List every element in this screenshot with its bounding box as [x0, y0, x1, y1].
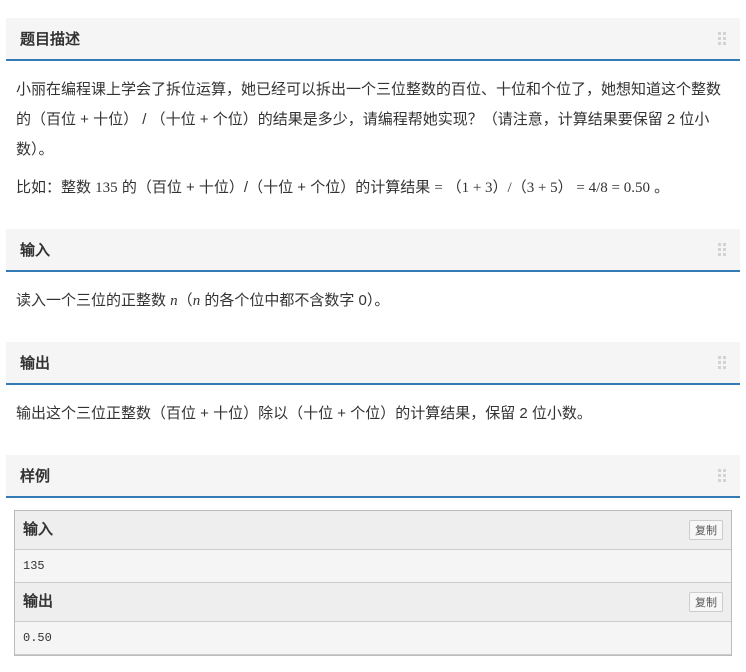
section-title: 输出 — [20, 352, 50, 373]
text-span: 比如：整数 — [16, 179, 95, 196]
input-text: 读入一个三位的正整数 n（n 的各个位中都不含数字 0）。 — [16, 286, 730, 316]
copy-output-button[interactable]: 复制 — [689, 592, 723, 612]
sample-box: 输入 复制 135 输出 复制 0.50 — [14, 510, 732, 656]
sample-input-value: 135 — [15, 550, 731, 583]
section-header-sample: 样例 — [6, 455, 740, 498]
section-header-output: 输出 — [6, 342, 740, 385]
drag-handle-icon — [718, 32, 726, 45]
sample-output-label: 输出 — [23, 587, 53, 617]
section-body-sample: 输入 复制 135 输出 复制 0.50 — [6, 498, 740, 666]
math-var: n — [170, 293, 178, 309]
math-expr: = （1 + 3）/（3 + 5） = 4/8 = 0.50 — [434, 180, 650, 196]
section-header-input: 输入 — [6, 229, 740, 272]
drag-handle-icon — [718, 243, 726, 256]
sample-input-label: 输入 — [23, 515, 53, 545]
text-span: 的（百位 + 十位）/（十位 + 个位）的计算结果 — [118, 179, 435, 196]
section-header-description: 题目描述 — [6, 18, 740, 61]
text-span: 。 — [650, 179, 669, 196]
drag-handle-icon — [718, 356, 726, 369]
section-title: 样例 — [20, 465, 50, 486]
section-title: 题目描述 — [20, 28, 80, 49]
section-body-description: 小丽在编程课上学会了拆位运算，她已经可以拆出一个三位整数的百位、十位和个位了，她… — [6, 61, 740, 217]
description-para2: 比如：整数 135 的（百位 + 十位）/（十位 + 个位）的计算结果 = （1… — [16, 173, 730, 203]
sample-output-header: 输出 复制 — [15, 583, 731, 622]
sample-input-header: 输入 复制 — [15, 511, 731, 550]
copy-input-button[interactable]: 复制 — [689, 520, 723, 540]
output-text: 输出这个三位正整数（百位 + 十位）除以（十位 + 个位）的计算结果，保留 2 … — [16, 399, 730, 429]
section-body-output: 输出这个三位正整数（百位 + 十位）除以（十位 + 个位）的计算结果，保留 2 … — [6, 385, 740, 443]
section-title: 输入 — [20, 239, 50, 260]
sample-output-value: 0.50 — [15, 622, 731, 655]
math-num: 135 — [95, 180, 118, 196]
drag-handle-icon — [718, 469, 726, 482]
section-body-input: 读入一个三位的正整数 n（n 的各个位中都不含数字 0）。 — [6, 272, 740, 330]
text-span: 的各个位中都不含数字 0）。 — [200, 292, 389, 309]
text-span: （ — [178, 292, 193, 309]
description-para1: 小丽在编程课上学会了拆位运算，她已经可以拆出一个三位整数的百位、十位和个位了，她… — [16, 75, 730, 165]
text-span: 读入一个三位的正整数 — [16, 292, 170, 309]
